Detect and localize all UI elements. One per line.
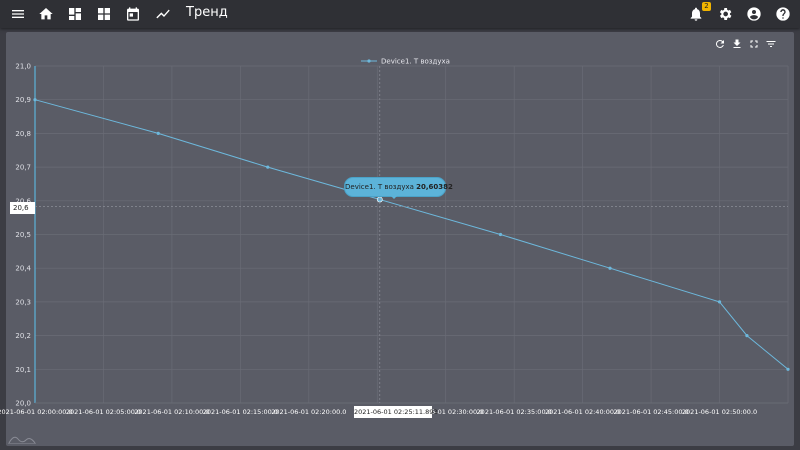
x-tick-label: 2021-06-01 02:00:00.0	[0, 408, 73, 416]
data-point	[608, 266, 612, 270]
point-tooltip: Device1. Т воздуха 20,60382	[344, 177, 453, 197]
trend-chart[interactable]: 21,0 20,9 20,8 20,7 20,6 20,5 20,4 20,3 20,2 20,1…	[0, 0, 800, 450]
legend-marker-dot	[367, 59, 371, 63]
y-tick-label: 20,9	[15, 96, 31, 104]
x-tick-label: 2021-06-01 02:40:00.0	[545, 408, 620, 416]
data-point	[156, 131, 160, 135]
x-tick-label: 2021-06-01 02:20:00.0	[271, 408, 346, 416]
data-point	[498, 232, 503, 237]
x-tick-label: 2021-06-01 02:15:00.0	[203, 408, 278, 416]
chart-grid	[34, 65, 789, 404]
chart-legend[interactable]: Device1. Т воздуха	[361, 58, 450, 66]
legend-label: Device1. Т воздуха	[381, 58, 450, 66]
mini-navigator[interactable]	[8, 432, 36, 444]
data-point	[745, 334, 749, 338]
y-tick-label: 20,3	[15, 298, 31, 306]
crosshair-y-readout: 20,6	[10, 202, 35, 214]
y-tick-label: 21,0	[15, 63, 31, 71]
data-point	[717, 300, 722, 304]
y-tick-label: 20,5	[15, 231, 31, 239]
data-point	[33, 98, 37, 102]
data-point	[786, 367, 790, 371]
x-tick-label: 2021-06-01 02:05:00.0	[66, 408, 141, 416]
x-tick-label: 2021-06-01 02:50:00.0	[682, 408, 757, 416]
y-tick-label: 20,7	[15, 164, 31, 172]
crosshair-x-readout: 2021-06-01 02:25:11.893	[354, 406, 438, 418]
y-tick-label: 20,8	[15, 130, 31, 138]
tooltip-value: 20,60382	[416, 183, 453, 191]
y-tick-label: 20,0	[15, 400, 31, 408]
data-point	[266, 165, 270, 169]
tooltip-series-name: Device1. Т воздуха	[345, 183, 414, 191]
y-tick-label: 20,4	[15, 265, 31, 273]
y-tick-label: 20,1	[15, 366, 31, 374]
x-tick-label: 2021-06-01 02:10:00.0	[134, 408, 209, 416]
chart-axes: 21,0 20,9 20,8 20,7 20,6 20,5 20,4 20,3 20,2 20,1…	[0, 63, 788, 416]
x-tick-label: 2021-06-01 02:45:00.0	[613, 408, 688, 416]
tooltip-arrow	[390, 195, 398, 199]
y-tick-label: 20,2	[15, 332, 31, 340]
x-tick-label: 2021-06-01 02:35:00.0	[477, 408, 552, 416]
